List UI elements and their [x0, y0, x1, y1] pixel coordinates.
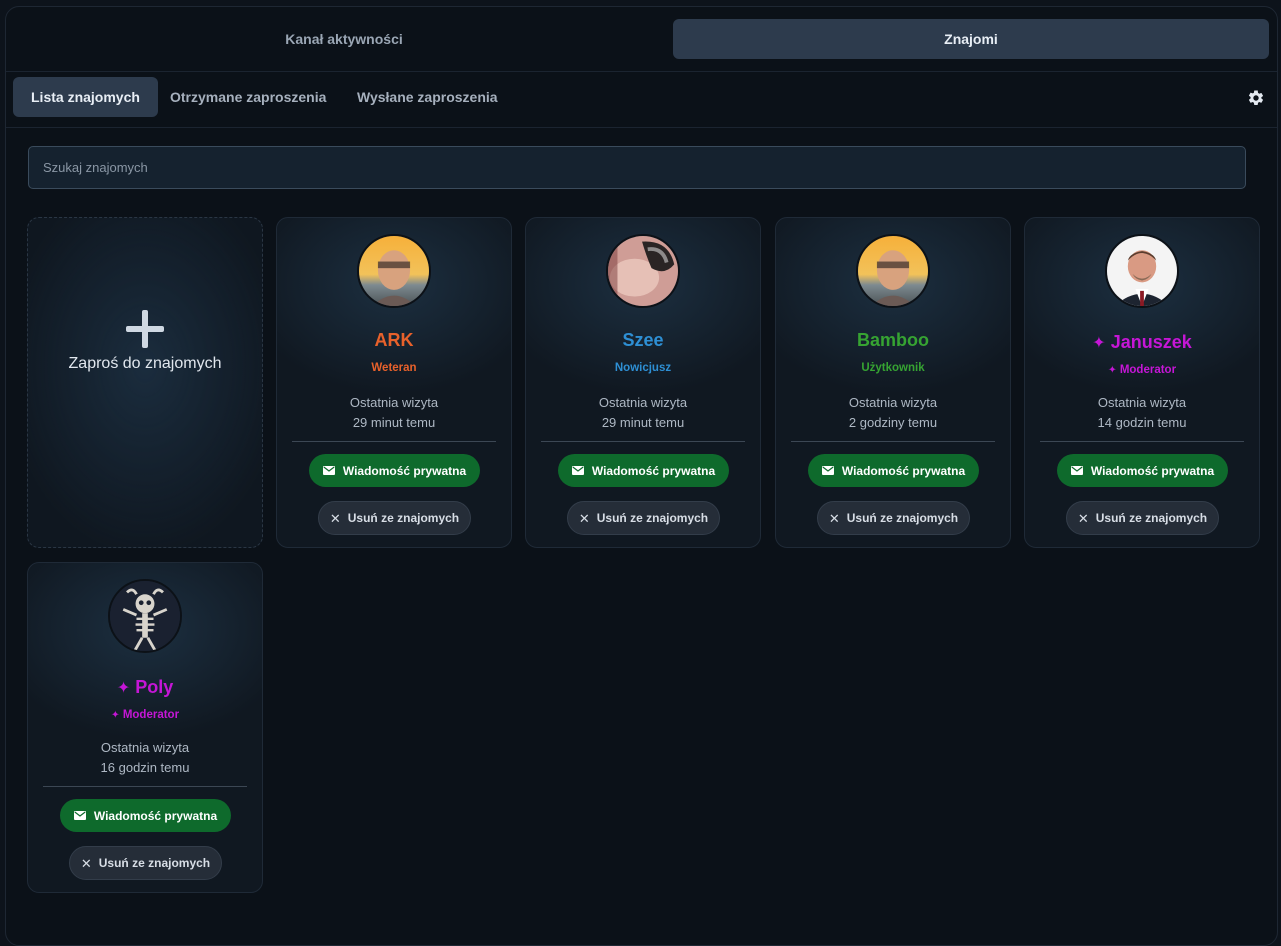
subtab-sent-invites[interactable]: Wysłane zaproszenia [339, 77, 516, 117]
avatar [606, 234, 680, 308]
private-message-button[interactable]: Wiadomość prywatna [558, 454, 729, 487]
close-icon: ✕ [1077, 510, 1089, 526]
gear-icon[interactable] [1247, 89, 1265, 107]
tab-activity-feed[interactable]: Kanał aktywności [14, 19, 674, 59]
close-icon: ✕ [828, 510, 840, 526]
divider [1040, 441, 1244, 442]
remove-friend-button[interactable]: ✕ Usuń ze znajomych [817, 501, 970, 535]
mail-icon [571, 466, 584, 475]
invite-label: Zaproś do znajomych [68, 355, 222, 372]
plus-icon [126, 310, 164, 348]
last-visit-value: 29 minut temu [601, 415, 685, 430]
friend-role: Weteran [371, 362, 417, 374]
private-message-button[interactable]: Wiadomość prywatna [808, 454, 979, 487]
private-message-button[interactable]: Wiadomość prywatna [60, 799, 231, 832]
remove-friend-button[interactable]: ✕ Usuń ze znajomych [567, 501, 720, 535]
last-visit-value: 2 godziny temu [848, 415, 938, 430]
friend-role: ✦ Moderator [1107, 364, 1177, 376]
close-icon: ✕ [80, 855, 92, 871]
subtab-received-invites[interactable]: Otrzymane zaproszenia [152, 77, 344, 117]
remove-friend-button[interactable]: ✕ Usuń ze znajomych [1066, 501, 1219, 535]
search-input[interactable] [28, 146, 1246, 189]
friend-card: ARK Weteran Ostatnia wizyta 29 minut tem… [276, 217, 512, 548]
friend-role: Nowicjusz [614, 362, 672, 374]
friend-card: ✦ Poly ✦ Moderator Ostatnia wizyta 16 go… [27, 562, 263, 893]
friend-card: Szee Nowicjusz Ostatnia wizyta 29 minut … [525, 217, 761, 548]
last-visit-value: 14 godzin temu [1097, 415, 1187, 430]
last-visit-label: Ostatnia wizyta [349, 395, 439, 410]
divider [292, 441, 496, 442]
friend-name[interactable]: Bamboo [776, 330, 1010, 351]
mail-icon [1070, 466, 1083, 475]
friend-name[interactable]: ARK [277, 330, 511, 351]
friend-name[interactable]: ✦ Januszek [1025, 332, 1259, 353]
divider [541, 441, 745, 442]
divider [791, 441, 995, 442]
private-message-button[interactable]: Wiadomość prywatna [309, 454, 480, 487]
last-visit-label: Ostatnia wizyta [848, 395, 938, 410]
sub-tabs: Lista znajomych Otrzymane zaproszenia Wy… [6, 71, 1277, 128]
divider [43, 786, 247, 787]
remove-friend-button[interactable]: ✕ Usuń ze znajomych [318, 501, 471, 535]
last-visit-label: Ostatnia wizyta [598, 395, 688, 410]
friend-card: ✦ Januszek ✦ Moderator Ostatnia wizyta 1… [1024, 217, 1260, 548]
mail-icon [322, 466, 335, 475]
moderator-star-icon: ✦ [116, 679, 131, 697]
avatar [856, 234, 930, 308]
friend-role: Użytkownik [861, 362, 925, 374]
invite-friend-card[interactable]: Zaproś do znajomych [27, 217, 263, 548]
friend-role: ✦ Moderator [110, 709, 180, 721]
friend-name[interactable]: ✦ Poly [28, 677, 262, 698]
remove-friend-button[interactable]: ✕ Usuń ze znajomych [69, 846, 222, 880]
last-visit-label: Ostatnia wizyta [1097, 395, 1187, 410]
last-visit-label: Ostatnia wizyta [100, 740, 190, 755]
friend-card: Bamboo Użytkownik Ostatnia wizyta 2 godz… [775, 217, 1011, 548]
private-message-button[interactable]: Wiadomość prywatna [1057, 454, 1228, 487]
mail-icon [821, 466, 834, 475]
avatar [108, 579, 182, 653]
last-visit-value: 29 minut temu [352, 415, 436, 430]
last-visit-value: 16 godzin temu [100, 760, 190, 775]
avatar [1105, 234, 1179, 308]
friend-name[interactable]: Szee [526, 330, 760, 351]
moderator-star-icon: ✦ [110, 710, 120, 721]
mail-icon [73, 811, 86, 820]
avatar [357, 234, 431, 308]
close-icon: ✕ [329, 510, 341, 526]
moderator-star-icon: ✦ [1092, 334, 1106, 352]
subtab-friends-list[interactable]: Lista znajomych [13, 77, 158, 117]
main-tabs: Kanał aktywności Znajomi [6, 7, 1277, 72]
moderator-star-icon: ✦ [1107, 365, 1117, 376]
close-icon: ✕ [578, 510, 590, 526]
tab-friends[interactable]: Znajomi [673, 19, 1269, 59]
